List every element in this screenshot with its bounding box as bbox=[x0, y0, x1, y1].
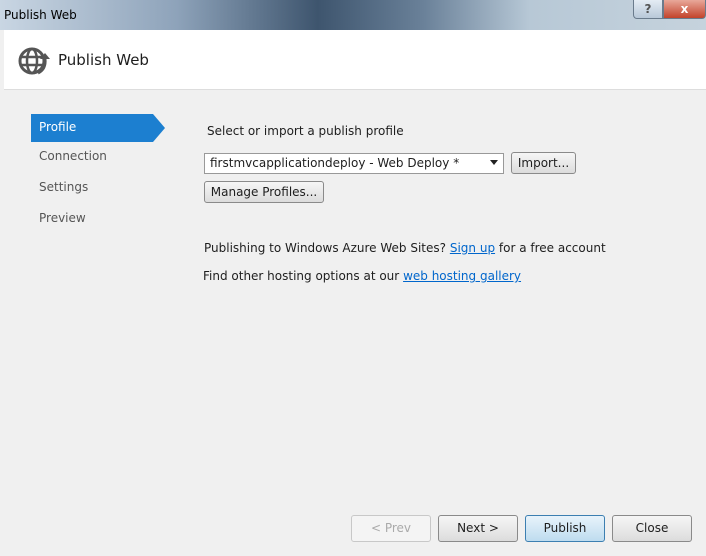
hosting-gallery-link[interactable]: web hosting gallery bbox=[403, 269, 521, 283]
window-title: Publish Web bbox=[4, 8, 77, 22]
globe-publish-icon bbox=[18, 47, 50, 75]
wizard-nav: Profile Connection Settings Preview bbox=[31, 114, 165, 235]
profile-select-value: firstmvcapplicationdeploy - Web Deploy * bbox=[210, 156, 460, 170]
profile-select[interactable]: firstmvcapplicationdeploy - Web Deploy * bbox=[204, 153, 504, 174]
azure-suffix: for a free account bbox=[498, 241, 606, 255]
nav-item-preview[interactable]: Preview bbox=[31, 204, 153, 235]
import-button[interactable]: Import... bbox=[511, 152, 576, 174]
close-window-button[interactable]: x bbox=[663, 0, 706, 19]
azure-line: Publishing to Windows Azure Web Sites? S… bbox=[204, 241, 606, 255]
dialog-title: Publish Web bbox=[58, 51, 149, 69]
nav-item-settings[interactable]: Settings bbox=[31, 173, 153, 204]
manage-profiles-button[interactable]: Manage Profiles... bbox=[204, 181, 324, 203]
hosting-text: Find other hosting options at our bbox=[203, 269, 400, 283]
nav-item-connection[interactable]: Connection bbox=[31, 142, 153, 173]
signup-link[interactable]: Sign up bbox=[450, 241, 495, 255]
profile-heading: Select or import a publish profile bbox=[207, 124, 404, 138]
dialog-header: Publish Web bbox=[4, 30, 706, 90]
title-bar: Publish Web ? x bbox=[0, 0, 706, 30]
chevron-down-icon bbox=[490, 160, 498, 165]
help-button[interactable]: ? bbox=[633, 0, 663, 19]
azure-text: Publishing to Windows Azure Web Sites? bbox=[204, 241, 447, 255]
publish-button[interactable]: Publish bbox=[525, 515, 605, 542]
next-button[interactable]: Next > bbox=[438, 515, 518, 542]
close-button[interactable]: Close bbox=[612, 515, 692, 542]
nav-item-profile[interactable]: Profile bbox=[31, 114, 165, 142]
hosting-line: Find other hosting options at our web ho… bbox=[203, 269, 521, 283]
prev-button[interactable]: < Prev bbox=[351, 515, 431, 542]
